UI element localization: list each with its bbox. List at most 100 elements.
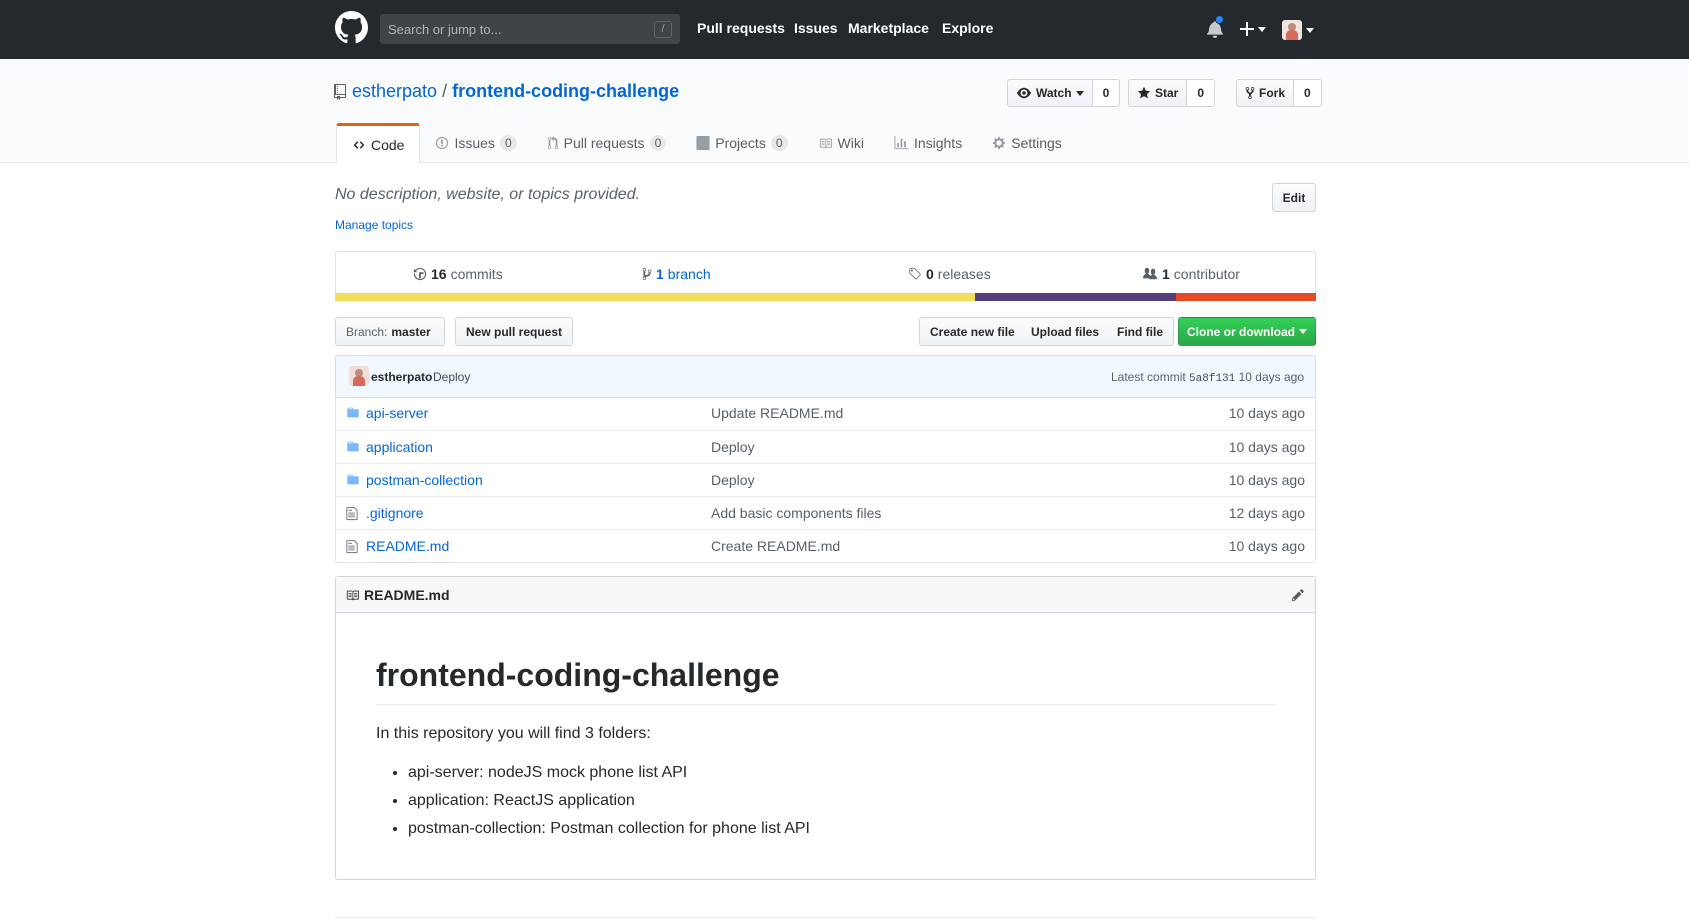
tab-insights[interactable]: Insights [879, 123, 977, 163]
file-commit-message-link[interactable]: Update README.md [711, 405, 843, 421]
language-segment[interactable] [335, 293, 975, 301]
create-new-file-button[interactable]: Create new file [919, 317, 1026, 346]
file-row: application Deploy 10 days ago [336, 430, 1315, 463]
caret-down-icon [1075, 90, 1084, 96]
tab-wiki-label: Wiki [837, 135, 864, 151]
tab-settings-label: Settings [1011, 135, 1062, 151]
file-name-link[interactable]: application [366, 439, 433, 455]
language-segment[interactable] [974, 293, 1176, 301]
language-segment[interactable] [1175, 293, 1316, 301]
project-icon [696, 136, 710, 150]
star-count[interactable]: 0 [1187, 79, 1216, 107]
code-icon [353, 140, 365, 149]
github-logo-icon[interactable] [335, 11, 368, 44]
issue-icon [436, 136, 449, 150]
branch-name: master [391, 324, 431, 339]
repo-icon [334, 83, 346, 100]
footer-divider [335, 917, 1316, 918]
gear-icon [993, 136, 1006, 150]
repo-description: No description, website, or topics provi… [335, 186, 641, 203]
folder-icon [347, 407, 359, 418]
search-box[interactable]: / [380, 14, 680, 44]
nav-marketplace[interactable]: Marketplace [848, 20, 929, 36]
manage-topics-link[interactable]: Manage topics [335, 218, 413, 232]
search-shortcut-key: / [654, 21, 672, 38]
contributors-link[interactable]: 1 contributor [1142, 266, 1240, 282]
tab-settings[interactable]: Settings [977, 123, 1077, 163]
nav-explore[interactable]: Explore [942, 20, 993, 36]
find-file-button[interactable]: Find file [1107, 317, 1174, 346]
branch-label: branch [667, 266, 711, 282]
file-name-link[interactable]: .gitignore [366, 505, 424, 521]
upload-files-button[interactable]: Upload files [1021, 317, 1111, 346]
people-icon [1143, 267, 1157, 280]
search-input[interactable] [380, 14, 680, 44]
tab-issues-count: 0 [499, 135, 517, 151]
caret-down-icon [1306, 27, 1314, 33]
file-name-link[interactable]: README.md [366, 538, 449, 554]
create-new-dropdown[interactable] [1240, 22, 1266, 36]
commit-message-link[interactable]: Deploy [433, 370, 470, 384]
commit-author-link[interactable]: estherpato [371, 370, 432, 384]
repo-owner-link[interactable]: estherpato [352, 81, 437, 102]
fork-count[interactable]: 0 [1294, 79, 1322, 107]
tab-wiki[interactable]: Wiki [803, 123, 879, 163]
fork-button[interactable]: Fork [1236, 79, 1295, 107]
file-commit-message-link[interactable]: Deploy [711, 439, 755, 455]
watch-button[interactable]: Watch [1007, 79, 1093, 107]
file-commit-message-link[interactable]: Deploy [711, 472, 755, 488]
caret-down-icon [1299, 329, 1307, 334]
repo-name-link[interactable]: frontend-coding-challenge [452, 81, 679, 102]
file-commit-message-link[interactable]: Create README.md [711, 538, 840, 554]
readme-header: README.md [336, 577, 1315, 613]
file-name-link[interactable]: postman-collection [366, 472, 483, 488]
history-icon [413, 267, 427, 281]
nav-pull-requests[interactable]: Pull requests [697, 20, 785, 36]
branch-select-button[interactable]: Branch: master [335, 317, 445, 346]
commit-author-avatar[interactable] [349, 366, 369, 386]
commit-sha-link[interactable]: 5a8f131 [1189, 373, 1235, 385]
file-age: 10 days ago [1228, 538, 1305, 554]
file-row: api-server Update README.md 10 days ago [336, 397, 1315, 430]
nav-issues[interactable]: Issues [794, 20, 838, 36]
book-icon [819, 138, 832, 148]
pencil-icon[interactable] [1291, 588, 1305, 602]
language-bar[interactable] [335, 293, 1316, 301]
tab-issues-label: Issues [454, 135, 495, 151]
file-type-icon [346, 473, 360, 486]
file-name-link[interactable]: api-server [366, 405, 428, 421]
readme-box: README.md frontend-coding-challenge In t… [335, 576, 1316, 880]
fork-icon [1245, 86, 1255, 100]
tab-insights-label: Insights [913, 135, 963, 151]
star-button[interactable]: Star [1128, 79, 1188, 107]
tab-issues[interactable]: Issues 0 [420, 123, 531, 163]
file-icon [346, 506, 358, 521]
tab-projects[interactable]: Projects 0 [681, 123, 802, 163]
graph-icon [894, 136, 909, 150]
branch-link[interactable]: 1 branch [642, 266, 711, 282]
watch-count[interactable]: 0 [1092, 79, 1121, 107]
tab-code[interactable]: Code [336, 123, 421, 164]
notifications-button[interactable] [1207, 15, 1224, 38]
file-row: postman-collection Deploy 10 days ago [336, 463, 1315, 496]
plus-icon [1240, 22, 1254, 36]
readme-intro: In this repository you will find 3 folde… [376, 725, 651, 742]
tag-icon [909, 267, 921, 280]
commits-label: commits [450, 266, 503, 282]
tab-pull-requests[interactable]: Pull requests 0 [532, 123, 682, 163]
releases-link[interactable]: 0 releases [908, 266, 991, 282]
file-type-icon [346, 539, 358, 554]
readme-heading: frontend-coding-challenge [376, 657, 1276, 705]
edit-description-button[interactable]: Edit [1272, 183, 1316, 212]
readme-content: frontend-coding-challenge In this reposi… [336, 657, 1315, 843]
file-list: api-server Update README.md 10 days ago app… [335, 397, 1316, 563]
top-header: / Pull requests Issues Marketplace Explo… [0, 0, 1689, 59]
file-commit-message-link[interactable]: Add basic components files [711, 505, 881, 521]
branch-count: 1 [656, 266, 664, 282]
user-menu-dropdown[interactable] [1282, 20, 1314, 40]
commits-link[interactable]: 16 commits [413, 266, 503, 282]
latest-commit-age: 10 days ago [1238, 370, 1304, 384]
new-pull-request-button[interactable]: New pull request [455, 317, 574, 346]
latest-commit-bar: estherpato Deploy Latest commit 5a8f131 … [335, 355, 1316, 398]
clone-or-download-button[interactable]: Clone or download [1178, 317, 1316, 346]
